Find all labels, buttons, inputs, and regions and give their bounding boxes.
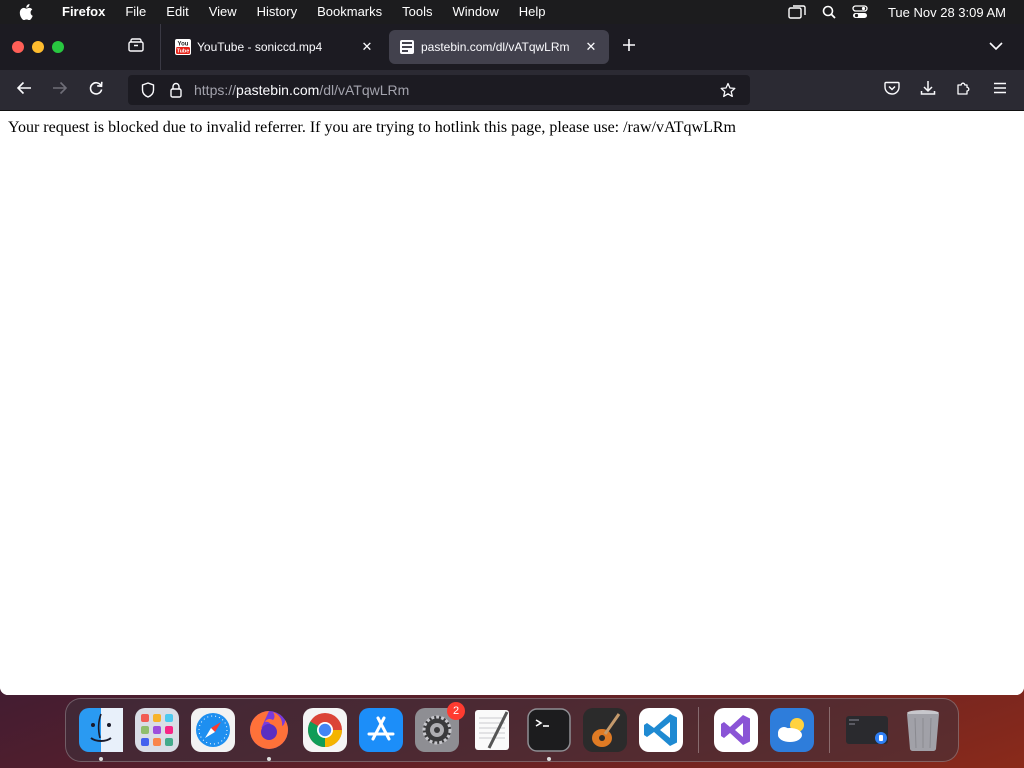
menu-view[interactable]: View — [199, 0, 247, 24]
reload-icon — [88, 80, 104, 101]
tab-title: pastebin.com/dl/vATqwLRm — [421, 40, 570, 54]
dock-system-settings[interactable]: 2 — [415, 702, 465, 752]
dock-finder[interactable] — [79, 708, 123, 761]
url-domain: pastebin.com — [236, 82, 320, 98]
bookmark-star-icon[interactable] — [714, 82, 742, 98]
dock-screen-recording[interactable] — [845, 708, 889, 752]
dock-visual-studio[interactable] — [714, 708, 758, 752]
chrome-icon — [303, 708, 347, 752]
close-tab-icon[interactable]: ✕ — [583, 39, 599, 55]
safari-icon — [191, 708, 235, 752]
zoom-window-button[interactable] — [52, 41, 64, 53]
dock-weather[interactable] — [770, 708, 814, 752]
textedit-icon — [475, 710, 509, 750]
pastebin-icon — [399, 39, 415, 55]
running-indicator — [547, 757, 551, 761]
reload-button[interactable] — [78, 72, 114, 108]
dock-terminal[interactable] — [527, 708, 571, 761]
downloads-button[interactable] — [910, 72, 946, 108]
navigation-toolbar: https://pastebin.com/dl/vATqwLRm — [0, 70, 1024, 111]
close-tab-icon[interactable]: ✕ — [359, 39, 375, 55]
tab-pastebin[interactable]: pastebin.com/dl/vATqwLRm ✕ — [389, 30, 609, 64]
firefox-view-icon — [128, 37, 144, 57]
tracking-protection-icon[interactable] — [134, 82, 162, 98]
menu-tools[interactable]: Tools — [392, 0, 442, 24]
macos-menu-bar: Firefox File Edit View History Bookmarks… — [0, 0, 1024, 24]
address-bar[interactable]: https://pastebin.com/dl/vATqwLRm — [128, 75, 750, 105]
firefox-view-button[interactable] — [112, 24, 161, 70]
extensions-button[interactable] — [946, 72, 982, 108]
weather-icon — [770, 708, 814, 752]
apple-menu-icon[interactable] — [0, 4, 52, 20]
dock: 2 — [65, 698, 959, 762]
svg-text:You: You — [178, 42, 189, 48]
dock-app-store[interactable] — [359, 708, 403, 752]
dock-chrome[interactable] — [303, 708, 347, 752]
finder-icon — [79, 708, 123, 752]
chevron-down-icon — [989, 38, 1003, 56]
page-content: Your request is blocked due to invalid r… — [0, 111, 1024, 695]
minimize-window-button[interactable] — [32, 41, 44, 53]
menu-app-name[interactable]: Firefox — [52, 0, 115, 24]
application-menu-button[interactable] — [982, 72, 1018, 108]
browser-window: You Tube YouTube - soniccd.mp4 ✕ pastebin… — [0, 24, 1024, 695]
arrow-right-icon — [52, 81, 68, 100]
running-indicator — [267, 757, 271, 761]
launchpad-icon — [135, 708, 179, 752]
dock-textedit[interactable] — [471, 708, 515, 752]
dock-safari[interactable] — [191, 708, 235, 752]
dock-firefox[interactable] — [247, 708, 291, 761]
url-scheme: https:// — [194, 82, 237, 98]
blocked-message: Your request is blocked due to invalid r… — [8, 119, 736, 136]
dock-vscode[interactable] — [639, 708, 683, 752]
vscode-icon — [639, 708, 683, 752]
screen-mirroring-icon[interactable] — [788, 5, 806, 19]
lock-icon[interactable] — [162, 82, 190, 98]
puzzle-piece-icon — [956, 80, 972, 101]
youtube-icon: You Tube — [175, 39, 191, 55]
window-controls — [0, 41, 112, 53]
control-center-icon[interactable] — [852, 5, 868, 19]
terminal-icon — [527, 708, 571, 752]
dock-separator — [698, 707, 699, 753]
pocket-icon — [884, 81, 900, 100]
url-path: /dl/vATqwLRm — [319, 82, 410, 98]
app-store-icon — [359, 708, 403, 752]
menu-edit[interactable]: Edit — [156, 0, 198, 24]
menu-file[interactable]: File — [115, 0, 156, 24]
back-button[interactable] — [6, 72, 42, 108]
visual-studio-icon — [714, 708, 758, 752]
url-text[interactable]: https://pastebin.com/dl/vATqwLRm — [194, 82, 714, 98]
arrow-left-icon — [16, 81, 32, 100]
dock-trash[interactable] — [901, 708, 945, 752]
close-window-button[interactable] — [12, 41, 24, 53]
running-indicator — [99, 757, 103, 761]
menu-history[interactable]: History — [247, 0, 307, 24]
notification-badge: 2 — [447, 702, 465, 720]
screen-recording-icon — [846, 716, 888, 744]
tab-bar: You Tube YouTube - soniccd.mp4 ✕ pastebin… — [0, 24, 1024, 70]
new-tab-button[interactable] — [609, 30, 649, 64]
tab-youtube[interactable]: You Tube YouTube - soniccd.mp4 ✕ — [165, 30, 385, 64]
dock-garageband[interactable] — [583, 708, 627, 752]
toolbar-right — [874, 72, 1024, 108]
spotlight-search-icon[interactable] — [822, 5, 836, 19]
menu-window[interactable]: Window — [443, 0, 509, 24]
dock-launchpad[interactable] — [135, 708, 179, 752]
menu-bar-clock[interactable]: Tue Nov 28 3:09 AM — [888, 5, 1006, 20]
forward-button[interactable] — [42, 72, 78, 108]
garageband-icon — [583, 708, 627, 752]
list-all-tabs-button[interactable] — [968, 24, 1024, 70]
trash-icon — [907, 710, 939, 752]
pocket-button[interactable] — [874, 72, 910, 108]
dock-separator — [829, 707, 830, 753]
firefox-icon — [250, 711, 288, 749]
hamburger-menu-icon — [993, 81, 1007, 99]
svg-text:Tube: Tube — [177, 49, 190, 55]
menu-help[interactable]: Help — [509, 0, 556, 24]
plus-icon — [622, 38, 636, 57]
download-icon — [920, 80, 936, 101]
menu-bookmarks[interactable]: Bookmarks — [307, 0, 392, 24]
tab-title: YouTube - soniccd.mp4 — [197, 40, 323, 54]
